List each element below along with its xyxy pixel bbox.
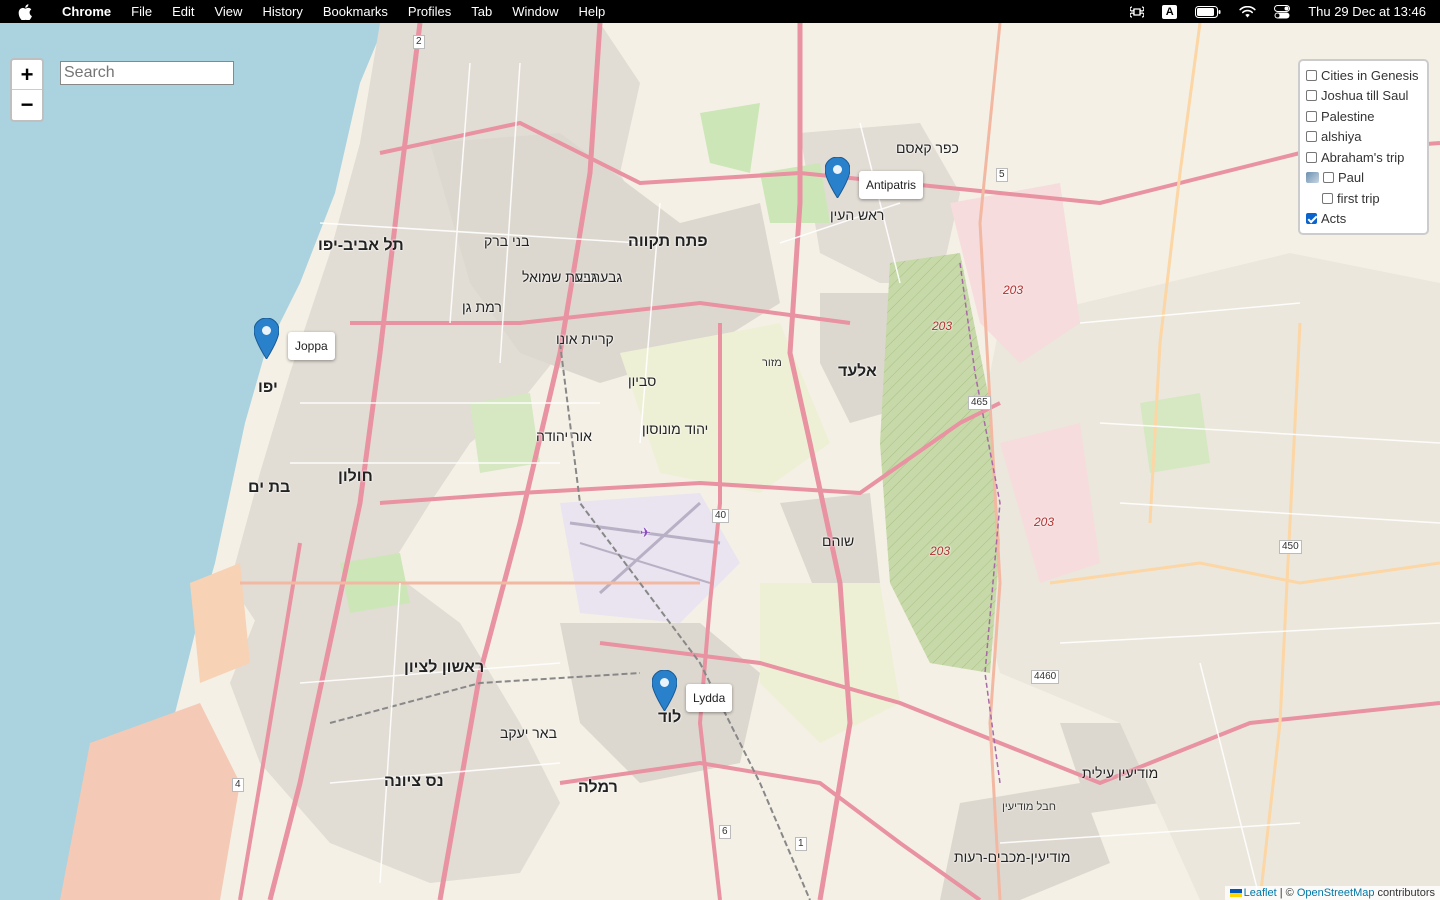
layer-joshua-till-saul[interactable]: Joshua till Saul xyxy=(1306,86,1423,107)
road-shield: 4460 xyxy=(1031,670,1060,684)
zoom-out-button[interactable]: − xyxy=(12,90,42,120)
zoom-in-button[interactable]: + xyxy=(12,60,42,90)
layer-abrahams-trip[interactable]: Abraham's trip xyxy=(1306,147,1423,168)
menu-window[interactable]: Window xyxy=(502,4,568,19)
map-marker-icon[interactable] xyxy=(825,157,850,198)
search-input[interactable] xyxy=(60,61,234,85)
checkbox-icon[interactable] xyxy=(1306,110,1317,122)
menu-tab[interactable]: Tab xyxy=(461,4,502,19)
marker-tooltip-antipatris: Antipatris xyxy=(859,171,924,199)
menu-help[interactable]: Help xyxy=(569,4,616,19)
control-icon[interactable] xyxy=(1130,5,1145,19)
menu-view[interactable]: View xyxy=(204,4,252,19)
road-shield: 5 xyxy=(996,168,1008,182)
road-shield: 4 xyxy=(232,778,244,792)
map-attribution: Leaflet | © OpenStreetMap contributors xyxy=(1224,886,1440,900)
marker-tooltip-lydda: Lydda xyxy=(686,684,733,712)
battery-icon[interactable] xyxy=(1195,5,1221,18)
checkbox-icon[interactable] xyxy=(1306,131,1317,143)
ukraine-flag-icon xyxy=(1229,889,1242,897)
apple-icon[interactable] xyxy=(18,3,40,20)
checkbox-icon[interactable] xyxy=(1306,151,1317,163)
marker-tooltip-joppa: Joppa xyxy=(288,332,335,360)
road-shield: 1 xyxy=(795,837,807,851)
map-tiles xyxy=(0,23,1440,900)
zoom-control: + − xyxy=(10,58,44,122)
road-shield: 40 xyxy=(712,509,730,523)
menu-app-chrome[interactable]: Chrome xyxy=(52,4,121,19)
layers-control: Cities in Genesis Joshua till Saul Pales… xyxy=(1298,59,1429,235)
map-marker-icon[interactable] xyxy=(254,318,279,359)
road-shield: 2 xyxy=(413,35,425,49)
clock[interactable]: Thu 29 Dec at 13:46 xyxy=(1308,4,1426,19)
menu-bookmarks[interactable]: Bookmarks xyxy=(313,4,398,19)
menu-profiles[interactable]: Profiles xyxy=(398,4,461,19)
wifi-icon[interactable] xyxy=(1239,5,1256,18)
map-marker-icon[interactable] xyxy=(652,670,677,711)
road-shield: 465 xyxy=(968,396,991,410)
checkbox-checked-icon[interactable] xyxy=(1306,213,1317,225)
layer-cities-in-genesis[interactable]: Cities in Genesis xyxy=(1306,65,1423,86)
checkbox-icon[interactable] xyxy=(1322,192,1333,204)
menu-edit[interactable]: Edit xyxy=(162,4,204,19)
layer-paul[interactable]: Paul xyxy=(1306,168,1423,189)
checkbox-icon[interactable] xyxy=(1323,172,1334,184)
layer-alshiya[interactable]: alshiya xyxy=(1306,127,1423,148)
layer-group-icon xyxy=(1306,172,1319,184)
map[interactable]: תל אביב-יפו פתח תקווה ראש העין רמת גן בנ… xyxy=(0,23,1440,900)
menu-file[interactable]: File xyxy=(121,4,162,19)
leaflet-link[interactable]: Leaflet xyxy=(1244,887,1277,899)
layer-acts[interactable]: Acts xyxy=(1306,209,1423,230)
keyboard-input-icon[interactable]: A xyxy=(1162,4,1178,19)
layer-first-trip[interactable]: first trip xyxy=(1306,188,1423,209)
road-shield: 6 xyxy=(719,825,731,839)
checkbox-icon[interactable] xyxy=(1306,69,1317,81)
menu-bar: Chrome File Edit View History Bookmarks … xyxy=(0,0,1440,23)
menu-history[interactable]: History xyxy=(252,4,312,19)
openstreetmap-link[interactable]: OpenStreetMap xyxy=(1297,887,1375,899)
control-center-icon[interactable] xyxy=(1274,4,1291,19)
road-shield: 450 xyxy=(1279,540,1302,554)
checkbox-icon[interactable] xyxy=(1306,90,1317,102)
layer-palestine[interactable]: Palestine xyxy=(1306,106,1423,127)
